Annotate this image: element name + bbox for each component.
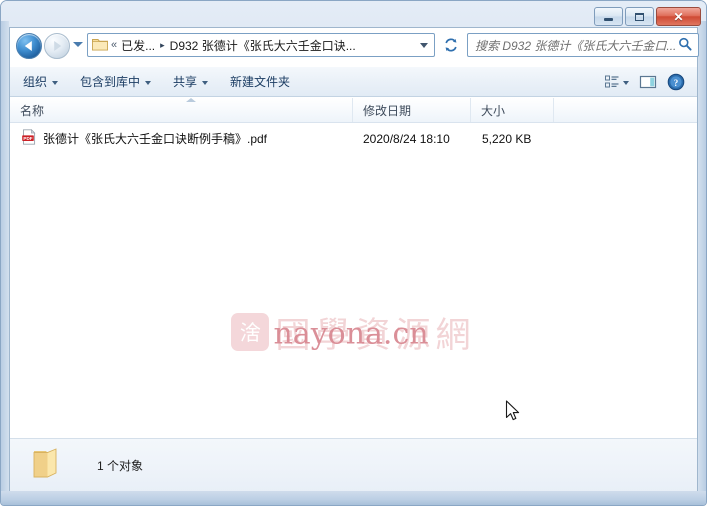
status-text: 1 个对象	[97, 459, 144, 473]
column-header-extra[interactable]	[554, 98, 697, 122]
new-folder-button[interactable]: 新建文件夹	[221, 71, 299, 93]
toolbar-right-group: ?	[600, 70, 697, 94]
sort-ascending-icon	[186, 98, 196, 102]
address-dropdown-icon[interactable]	[420, 43, 428, 48]
window-border-left	[1, 21, 9, 501]
breadcrumb-separator-icon[interactable]: ▸	[156, 40, 169, 51]
column-header-name-label: 名称	[20, 103, 45, 118]
window-controls: ✕	[594, 7, 701, 26]
chevron-down-icon[interactable]	[73, 42, 83, 47]
chevron-down-icon	[145, 80, 152, 85]
maximize-button[interactable]	[625, 7, 654, 26]
chevron-down-icon	[52, 80, 59, 85]
breadcrumb-item-0[interactable]: 已发...	[120, 37, 156, 54]
back-button[interactable]	[16, 33, 42, 59]
navigation-bar: « 已发... ▸ D932 张德计《张氏大六壬金口诀... 搜索 D932 张…	[9, 28, 699, 66]
column-header-size[interactable]: 大小	[471, 98, 554, 122]
status-bar: 1 个对象	[10, 438, 697, 492]
table-row[interactable]: PDF 张德计《张氏大六壬金口诀断例手稿》.pdf 2020/8/24 18:1…	[10, 128, 697, 149]
help-icon: ?	[667, 73, 685, 90]
help-button[interactable]: ?	[663, 70, 689, 94]
file-modified-cell: 2020/8/24 18:10	[363, 131, 450, 146]
preview-pane-icon	[639, 75, 657, 88]
arrow-left-icon	[24, 41, 32, 51]
breadcrumb-item-1[interactable]: D932 张德计《张氏大六壬金口诀...	[169, 37, 357, 54]
forward-button[interactable]	[44, 33, 70, 59]
svg-text:PDF: PDF	[23, 136, 32, 141]
search-box[interactable]: 搜索 D932 张德计《张氏大六壬金口...	[467, 33, 699, 57]
explorer-window: ✕ « 已发... ▸ D932 张德计《张氏大六壬金口诀... 搜索 D932…	[0, 0, 707, 506]
refresh-button[interactable]	[439, 33, 463, 57]
view-list-icon	[605, 75, 619, 87]
chevron-down-icon	[202, 80, 209, 85]
watermark-group: 涻 國學資源網 nayona.cn	[231, 307, 475, 358]
minimize-icon	[604, 17, 613, 21]
share-with-label: 共享	[173, 75, 198, 89]
include-in-library-button[interactable]: 包含到库中	[71, 71, 160, 93]
search-input[interactable]: 搜索 D932 张德计《张氏大六壬金口...	[475, 37, 678, 54]
folder-icon	[31, 447, 71, 484]
file-size-cell: 5,220 KB	[482, 131, 532, 146]
column-header-row: 名称 修改日期 大小	[10, 98, 697, 123]
change-view-button[interactable]	[600, 70, 633, 94]
minimize-button[interactable]	[594, 7, 623, 26]
folder-icon	[92, 37, 108, 54]
new-folder-label: 新建文件夹	[230, 75, 291, 89]
address-bar[interactable]: « 已发... ▸ D932 张德计《张氏大六壬金口诀...	[87, 33, 435, 57]
file-name-label: 张德计《张氏大六壬金口诀断例手稿》.pdf	[43, 132, 268, 146]
preview-pane-button[interactable]	[635, 70, 661, 94]
column-header-date[interactable]: 修改日期	[353, 98, 471, 122]
column-header-date-label: 修改日期	[363, 103, 412, 118]
arrow-right-icon	[54, 41, 62, 51]
chevron-down-icon	[623, 80, 629, 85]
include-in-library-label: 包含到库中	[80, 75, 141, 89]
breadcrumb-overflow[interactable]: «	[108, 39, 120, 51]
column-header-size-label: 大小	[481, 103, 506, 118]
file-name-cell[interactable]: PDF 张德计《张氏大六壬金口诀断例手稿》.pdf	[10, 129, 353, 148]
search-icon	[678, 37, 692, 54]
title-bar[interactable]: ✕	[1, 1, 706, 27]
pdf-file-icon: PDF	[21, 129, 37, 148]
maximize-icon	[635, 12, 644, 21]
window-border-right	[698, 21, 706, 501]
share-with-button[interactable]: 共享	[164, 71, 217, 93]
organize-label: 组织	[23, 75, 48, 89]
close-button[interactable]: ✕	[656, 7, 701, 26]
file-list[interactable]: 涻 國學資源網 nayona.cn PDF 张德计《张氏大六壬金口诀断例手稿》.…	[10, 123, 697, 437]
site-watermark: 涻 國學資源網 nayona.cn	[10, 227, 697, 437]
watermark-logo-icon: 涻	[231, 313, 270, 351]
svg-text:?: ?	[674, 78, 679, 88]
close-icon: ✕	[673, 9, 684, 24]
command-toolbar: 组织 包含到库中 共享 新建文件夹 ?	[10, 67, 697, 97]
refresh-icon	[445, 38, 457, 52]
window-border-bottom	[1, 491, 706, 505]
watermark-chinese-text: 國學資源網	[275, 315, 476, 356]
column-header-name[interactable]: 名称	[10, 98, 353, 122]
organize-button[interactable]: 组织	[14, 71, 67, 93]
watermark-url-text: nayona.cn	[273, 316, 429, 352]
